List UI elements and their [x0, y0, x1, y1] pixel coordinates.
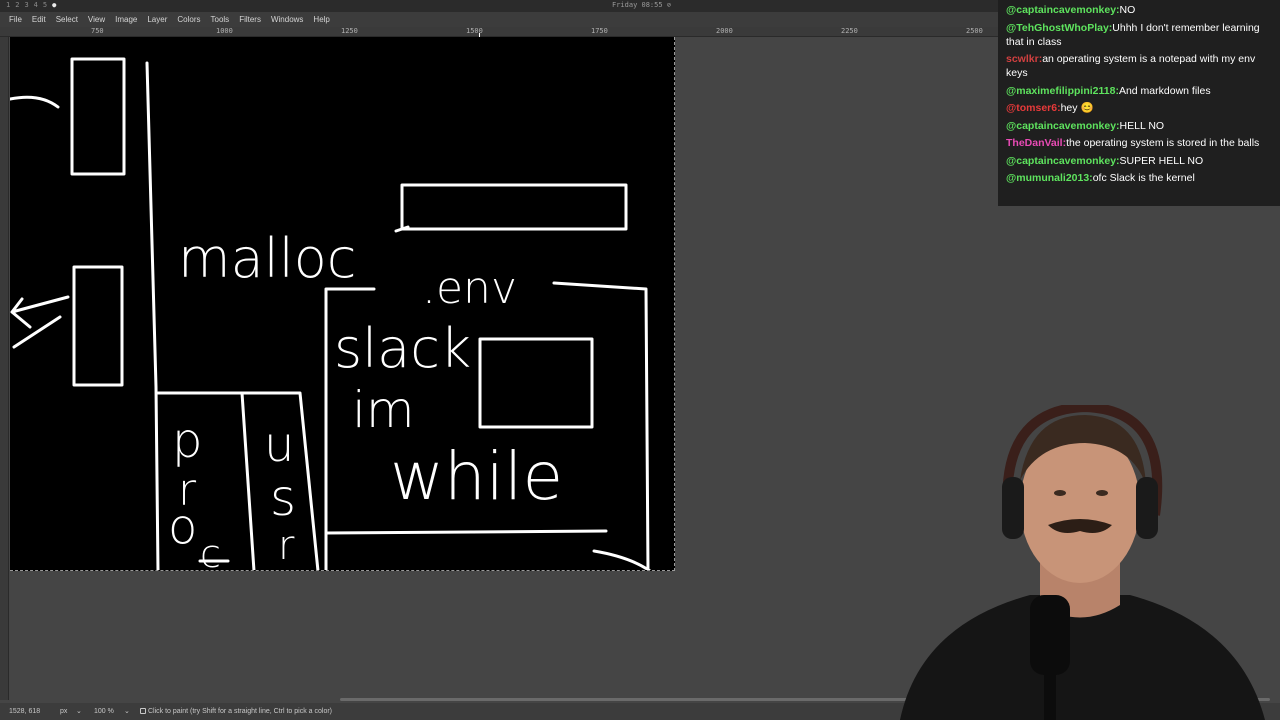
chat-message: @TehGhostWhoPlay:Uhhh I don't remember l…: [1006, 21, 1273, 49]
chat-overlay: @captaincavemonkey:NO @TehGhostWhoPlay:Uh…: [998, 0, 1280, 206]
chat-message: TheDanVail:the operating system is store…: [1006, 136, 1273, 150]
chat-text: HELL NO: [1119, 119, 1165, 132]
ruler-tick-label: 750: [91, 27, 104, 35]
paintbrush-icon: [140, 708, 146, 714]
menu-image[interactable]: Image: [110, 15, 142, 24]
chat-username[interactable]: TheDanVail:: [1006, 137, 1066, 149]
ruler-tick-label: 2250: [841, 27, 858, 35]
canvas-text-usr-s: s: [270, 469, 296, 527]
vertical-ruler[interactable]: [0, 37, 9, 700]
unit-selector[interactable]: px: [60, 708, 67, 715]
streamer-eye-left: [1054, 490, 1066, 496]
ruler-tick-label: 1750: [591, 27, 608, 35]
chat-username[interactable]: @mumunali2013:: [1006, 172, 1093, 184]
workspace-3[interactable]: 3: [24, 1, 28, 9]
chat-text: hey 😊: [1060, 102, 1094, 114]
chat-text: NO: [1119, 4, 1136, 16]
clock: Friday 08:55 ⊘: [612, 1, 672, 9]
stroke-rect-top-left: [70, 57, 126, 176]
chat-username[interactable]: @TehGhostWhoPlay:: [1006, 22, 1112, 34]
canvas-text-proc-p: p: [172, 413, 202, 469]
canvas-text-usr-u: u: [264, 417, 294, 473]
chat-username[interactable]: scwlkr:: [1006, 53, 1042, 65]
canvas-text-slack: slack: [334, 317, 471, 380]
chevron-down-icon[interactable]: ⌄: [76, 707, 82, 715]
stroke-bottom-curve: [592, 549, 652, 570]
ruler-tick-label: 2500: [966, 27, 983, 35]
chat-text: an operating system is a notepad with my…: [1006, 53, 1256, 79]
ruler-tick-label: 2000: [716, 27, 733, 35]
menu-help[interactable]: Help: [308, 15, 334, 24]
streamer-eye-right: [1096, 490, 1108, 496]
menu-layer[interactable]: Layer: [142, 15, 172, 24]
chat-text: SUPER HELL NO: [1119, 154, 1204, 167]
menu-edit[interactable]: Edit: [27, 15, 51, 24]
workspace-indicator: 1 2 3 4 5 ●: [6, 1, 56, 9]
stroke-rect-mid-left: [72, 265, 124, 387]
chat-message: @captaincavemonkey:SUPER HELL NO: [1006, 154, 1273, 168]
zoom-selector[interactable]: 100 %: [94, 708, 114, 715]
microphone-stand: [1044, 675, 1056, 720]
webcam-overlay: [900, 405, 1265, 720]
canvas-text-malloc: malloc: [178, 227, 356, 290]
menu-windows[interactable]: Windows: [266, 15, 308, 24]
canvas-drawing: malloc .env slack im while p r o c u s r: [10, 57, 652, 571]
chat-message: @captaincavemonkey:NO: [1006, 3, 1273, 17]
workspace-5[interactable]: 5: [43, 1, 47, 9]
stroke-rect-top-right: [400, 183, 628, 231]
stroke-left-arrow-top: [10, 95, 60, 109]
canvas-text-proc-c: c: [200, 532, 221, 571]
stroke-left-arrow: [10, 295, 70, 349]
screen: 1 2 3 4 5 ● Friday 08:55 ⊘ File Edit Sel…: [0, 0, 1280, 720]
workspace-active-dot[interactable]: ●: [52, 1, 56, 9]
chat-message: @mumunali2013:ofc Slack is the kernel: [1006, 171, 1273, 185]
menu-tools[interactable]: Tools: [206, 15, 235, 24]
ruler-tick-label: 1250: [341, 27, 358, 35]
workspace-4[interactable]: 4: [34, 1, 38, 9]
menu-file[interactable]: File: [4, 15, 27, 24]
chat-text: ofc Slack is the kernel: [1092, 172, 1195, 184]
ruler-tick-label: 1000: [216, 27, 233, 35]
chat-message: @tomser6:hey 😊: [1006, 101, 1273, 115]
microphone: [1030, 595, 1070, 675]
chat-username[interactable]: @captaincavemonkey:: [1006, 4, 1120, 16]
stroke-vertical-line: [145, 61, 160, 570]
chat-username[interactable]: @captaincavemonkey:: [1006, 120, 1120, 132]
menu-select[interactable]: Select: [51, 15, 83, 24]
pointer-coordinates: 1528, 618: [9, 708, 41, 715]
ruler-tick-label: 1500: [466, 27, 483, 35]
chat-text: the operating system is stored in the ba…: [1066, 137, 1260, 149]
menu-view[interactable]: View: [83, 15, 110, 24]
menu-filters[interactable]: Filters: [234, 15, 266, 24]
status-message: Click to paint (try Shift for a straight…: [148, 708, 333, 715]
canvas-text-env: .env: [422, 263, 517, 314]
menu-colors[interactable]: Colors: [172, 15, 205, 24]
canvas-text-while: while: [390, 438, 563, 515]
canvas-text-proc-o: o: [168, 499, 197, 555]
drawing-canvas[interactable]: malloc .env slack im while p r o c u s r: [10, 37, 675, 571]
chat-message: scwlkr:an operating system is a notepad …: [1006, 52, 1273, 80]
chevron-down-icon[interactable]: ⌄: [124, 707, 130, 715]
chat-username[interactable]: @maximefilippini2118:: [1006, 85, 1119, 97]
workspace-1[interactable]: 1: [6, 1, 10, 9]
headphones-left-cup: [1002, 477, 1024, 539]
chat-username[interactable]: @captaincavemonkey:: [1006, 155, 1120, 167]
canvas-text-usr-r: r: [278, 523, 295, 569]
chat-message: @maximefilippini2118:And markdown files: [1006, 84, 1273, 98]
workspace-2[interactable]: 2: [15, 1, 19, 9]
chat-username[interactable]: @tomser6:: [1006, 102, 1061, 114]
stroke-while-underline: [324, 529, 608, 535]
chat-text: And markdown files: [1118, 84, 1211, 97]
stroke-rect-slack: [478, 337, 594, 429]
headphones-right-cup: [1136, 477, 1158, 539]
chat-message: @captaincavemonkey:HELL NO: [1006, 119, 1273, 133]
canvas-text-im: im: [352, 381, 415, 439]
